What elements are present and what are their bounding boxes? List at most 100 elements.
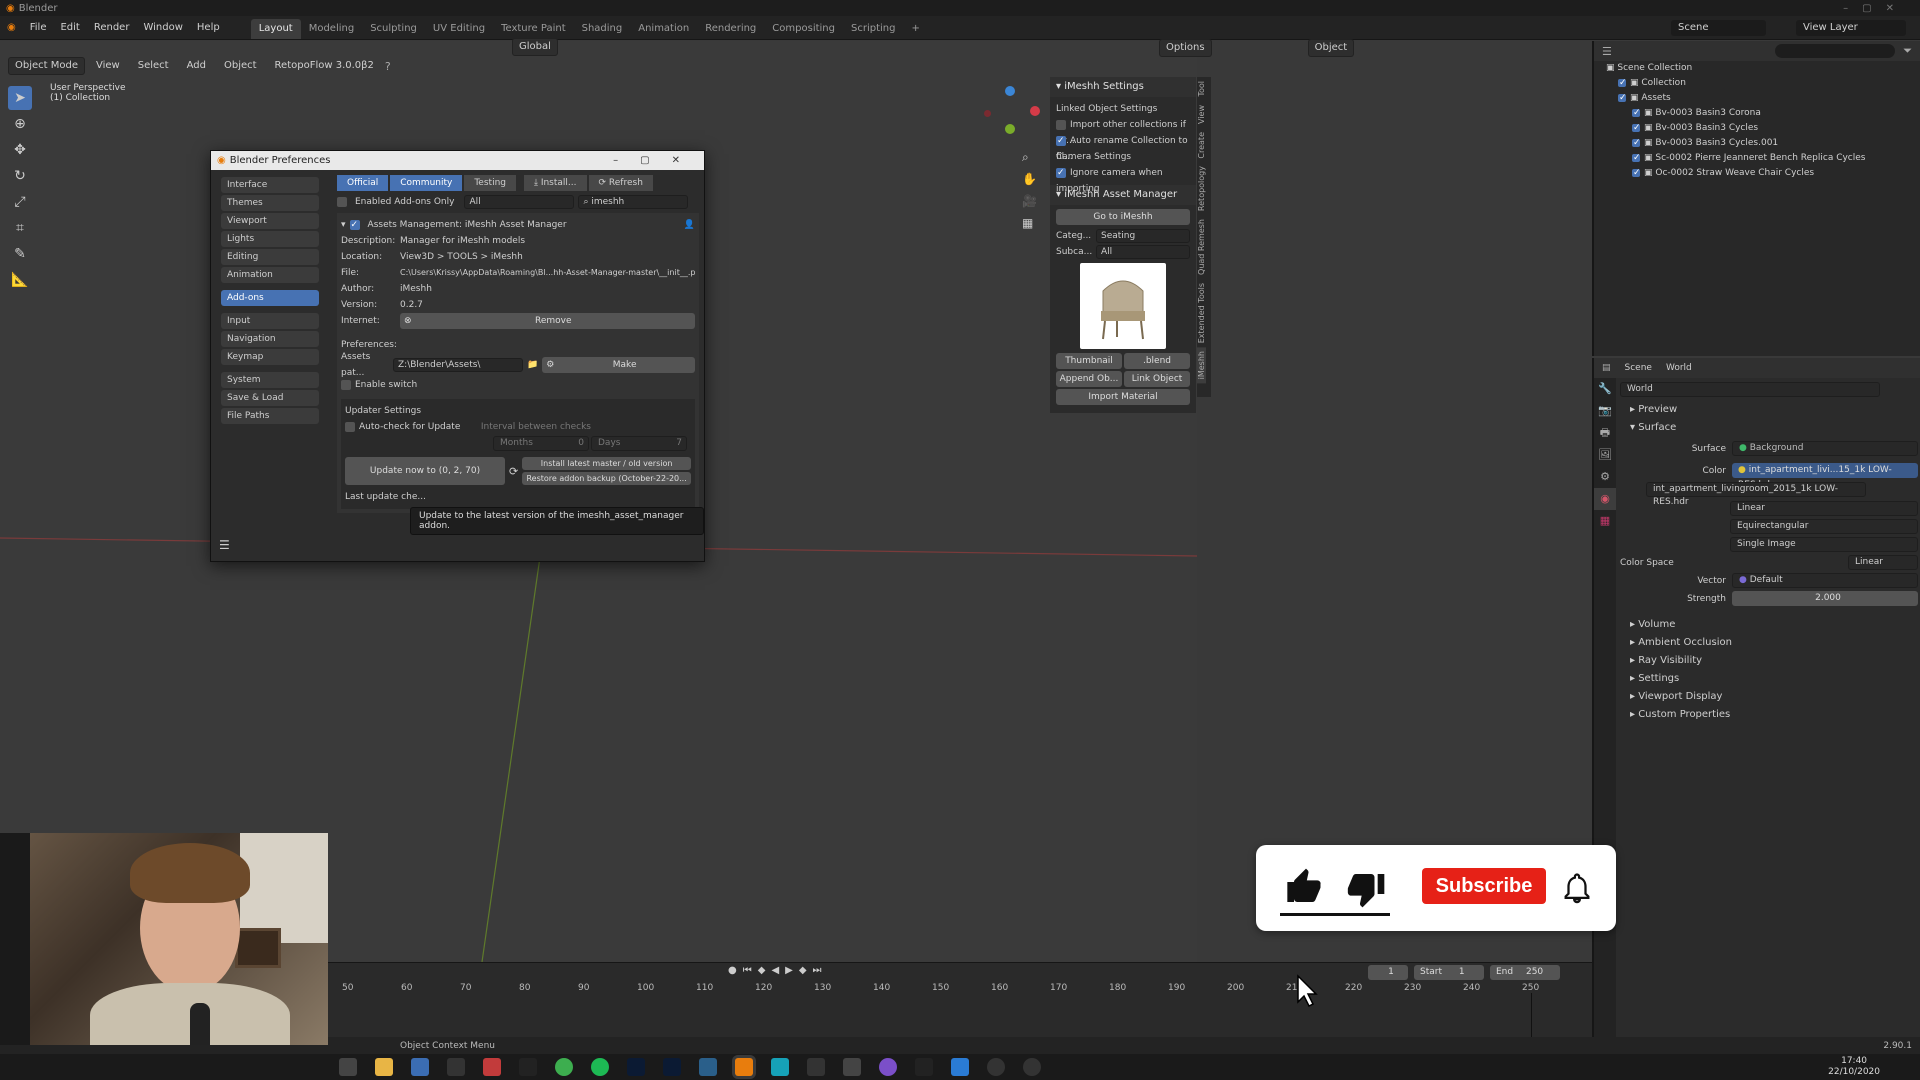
restore-backup-button[interactable]: Restore addon backup (October-22-20... bbox=[522, 472, 691, 485]
import-other-collections-checkbox[interactable]: Import other collections if av... bbox=[1050, 117, 1196, 146]
auto-rename-checkbox[interactable]: Auto rename Collection to fil... bbox=[1050, 133, 1196, 162]
measure-tool-icon[interactable]: 📐 bbox=[8, 268, 32, 292]
import-material-button[interactable]: Import Material bbox=[1056, 389, 1190, 405]
move-tool-icon[interactable]: ✥ bbox=[8, 138, 32, 162]
orientation-selector[interactable]: Global bbox=[512, 38, 558, 56]
app-icon[interactable] bbox=[771, 1058, 789, 1076]
workspace-tab-shading[interactable]: Shading bbox=[574, 19, 631, 39]
outliner-row-asset[interactable]: ▣ Bv-0003 Basin3 Cycles bbox=[1594, 121, 1920, 136]
render-tab-icon[interactable]: 📷 bbox=[1594, 400, 1616, 422]
menu-edit[interactable]: Edit bbox=[53, 16, 86, 40]
outliner-row-asset[interactable]: ▣ Oc-0002 Straw Weave Chair Cycles bbox=[1594, 166, 1920, 181]
outliner-row-asset[interactable]: ▣ Sc-0002 Pierre Jeanneret Bench Replica… bbox=[1594, 151, 1920, 166]
assets-path-input[interactable]: Z:\Blender\Assets\ bbox=[393, 358, 523, 372]
folder-icon[interactable]: 📁 bbox=[527, 357, 538, 373]
ignore-camera-checkbox[interactable]: Ignore camera when importing bbox=[1050, 165, 1196, 194]
enabled-only-label[interactable]: Enabled Add-ons Only bbox=[355, 197, 454, 207]
asset-manager-header[interactable]: ▾ iMeshh Asset Manager bbox=[1050, 185, 1196, 205]
tab-quad-remesh[interactable]: Quad Remesh bbox=[1197, 215, 1206, 279]
tab-extended-tools[interactable]: Extended Tools bbox=[1197, 279, 1206, 347]
link-object-button[interactable]: Link Object bbox=[1124, 371, 1190, 387]
ray-visibility-section[interactable]: ▸ Ray Visibility bbox=[1620, 652, 1918, 670]
custom-properties-section[interactable]: ▸ Custom Properties bbox=[1620, 706, 1918, 724]
refresh-button[interactable]: ⟳ Refresh bbox=[588, 175, 653, 191]
hamburger-menu-icon[interactable]: ☰ bbox=[219, 538, 230, 552]
app-icon[interactable] bbox=[483, 1058, 501, 1076]
photoshop-icon[interactable] bbox=[663, 1058, 681, 1076]
navigation-gizmo[interactable] bbox=[980, 86, 1046, 146]
nav-input[interactable]: Input bbox=[221, 313, 319, 329]
cursor-tool-icon[interactable]: ⊕ bbox=[8, 112, 32, 136]
app-icon[interactable] bbox=[519, 1058, 537, 1076]
annotate-tool-icon[interactable]: ✎ bbox=[8, 242, 32, 266]
nav-editing[interactable]: Editing bbox=[221, 249, 319, 265]
options-button[interactable]: Options bbox=[1159, 39, 1212, 57]
blender-taskbar-icon[interactable] bbox=[735, 1058, 753, 1076]
tab-tool[interactable]: Tool bbox=[1197, 77, 1206, 101]
app-icon[interactable] bbox=[879, 1058, 897, 1076]
tab-community[interactable]: Community bbox=[390, 175, 463, 191]
nav-system[interactable]: System bbox=[221, 372, 319, 388]
enable-switch-checkbox[interactable]: Enable switch bbox=[341, 377, 695, 393]
calculator-icon[interactable] bbox=[411, 1058, 429, 1076]
pan-hand-icon[interactable]: ✋ bbox=[1022, 168, 1037, 190]
outliner-search-field[interactable] bbox=[1775, 44, 1896, 58]
category-filter-select[interactable]: All bbox=[464, 195, 575, 209]
blender-menu-icon[interactable]: ◉ bbox=[0, 16, 23, 40]
viewport-menu-view[interactable]: View bbox=[89, 57, 127, 75]
app-icon[interactable] bbox=[447, 1058, 465, 1076]
subcategory-select[interactable]: All bbox=[1096, 245, 1190, 259]
world-name-field[interactable]: World bbox=[1620, 382, 1880, 397]
subscribe-button[interactable]: Subscribe bbox=[1422, 868, 1546, 904]
scale-tool-icon[interactable]: ⤢ bbox=[8, 190, 32, 214]
nav-themes[interactable]: Themes bbox=[221, 195, 319, 211]
tab-create[interactable]: Create bbox=[1197, 128, 1206, 163]
strength-field[interactable]: 2.000 bbox=[1732, 591, 1918, 606]
timeline[interactable]: ● ⏮ ◆ ◀ ▶ ◆ ⏭ 1 Start 1 End 250 50 60 70 80… bbox=[328, 962, 1592, 1045]
blend-button[interactable]: .blend bbox=[1124, 353, 1190, 369]
workspace-tab-sculpting[interactable]: Sculpting bbox=[362, 19, 425, 39]
ortho-grid-icon[interactable]: ▦ bbox=[1022, 212, 1037, 234]
workspace-tab-compositing[interactable]: Compositing bbox=[764, 19, 843, 39]
tab-imeshh[interactable]: iMeshh bbox=[1197, 347, 1206, 384]
ambient-occlusion-section[interactable]: ▸ Ambient Occlusion bbox=[1620, 634, 1918, 652]
properties-editor-icon[interactable]: ▤ bbox=[1602, 363, 1611, 373]
preferences-titlebar[interactable]: ◉ Blender Preferences –▢✕ bbox=[211, 151, 704, 170]
view-layer-tab-icon[interactable]: 🖼 bbox=[1594, 444, 1616, 466]
preview-section[interactable]: ▸ Preview bbox=[1620, 401, 1918, 419]
menu-file[interactable]: File bbox=[23, 16, 54, 40]
color-image-field[interactable]: ● int_apartment_livi...15_1k LOW-RES.hdr bbox=[1732, 463, 1918, 490]
nav-file-paths[interactable]: File Paths bbox=[221, 408, 319, 424]
tab-view[interactable]: View bbox=[1197, 101, 1206, 128]
task-view-icon[interactable] bbox=[339, 1058, 357, 1076]
viewport-menu-object[interactable]: Object bbox=[217, 57, 264, 75]
add-workspace-icon[interactable]: + bbox=[903, 19, 927, 39]
workspace-tab-layout[interactable]: Layout bbox=[250, 18, 301, 39]
chrome-icon[interactable] bbox=[555, 1058, 573, 1076]
nav-addons[interactable]: Add-ons bbox=[221, 290, 319, 306]
color-space-select[interactable]: Linear bbox=[1848, 555, 1918, 570]
update-now-button[interactable]: Update now to (0, 2, 70) bbox=[345, 457, 505, 485]
append-object-button[interactable]: Append Ob... bbox=[1056, 371, 1122, 387]
dialog-window-controls[interactable]: –▢✕ bbox=[613, 155, 704, 166]
outliner-row-collection[interactable]: ▣ Collection bbox=[1594, 76, 1920, 91]
outliner-row-assets[interactable]: ▣ Assets bbox=[1594, 91, 1920, 106]
object-selector[interactable]: Object bbox=[1307, 39, 1355, 57]
nav-animation[interactable]: Animation bbox=[221, 267, 319, 283]
install-button[interactable]: ⤓ Install... bbox=[523, 175, 587, 191]
outliner-row-asset[interactable]: ▣ Bv-0003 Basin3 Cycles.001 bbox=[1594, 136, 1920, 151]
window-controls[interactable]: –▢✕ bbox=[1843, 3, 1920, 14]
nav-save-load[interactable]: Save & Load bbox=[221, 390, 319, 406]
camera-icon[interactable]: 🎥 bbox=[1022, 190, 1037, 212]
app-icon[interactable] bbox=[1023, 1058, 1041, 1076]
object-mode-selector[interactable]: Object Mode bbox=[8, 57, 85, 75]
workspace-tab-texture-paint[interactable]: Texture Paint bbox=[493, 19, 574, 39]
workspace-tab-rendering[interactable]: Rendering bbox=[697, 19, 764, 39]
tool-tab-icon[interactable]: 🔧 bbox=[1594, 378, 1616, 400]
app-icon[interactable] bbox=[915, 1058, 933, 1076]
install-latest-button[interactable]: Install latest master / old version bbox=[522, 457, 691, 470]
clock[interactable]: 17:40 22/10/2020 bbox=[1828, 1056, 1880, 1078]
image-name-field[interactable]: int_apartment_livingroom_2015_1k LOW-RES… bbox=[1646, 482, 1866, 507]
filter-icon[interactable]: ⏷ bbox=[1903, 44, 1912, 58]
bell-icon[interactable] bbox=[1560, 871, 1594, 905]
